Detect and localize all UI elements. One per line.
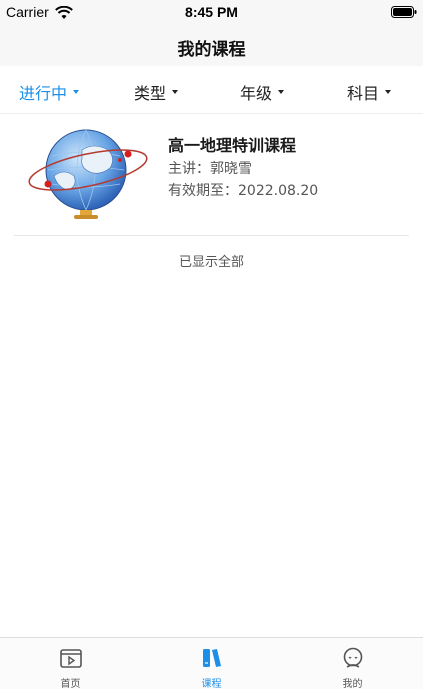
tab-label: 我的 [342,679,363,689]
caret-down-icon [73,90,80,94]
tab-profile[interactable]: 我的 [282,638,423,689]
filter-label: 年级 [240,84,273,103]
filter-grade-dropdown[interactable]: 年级 [240,80,285,104]
filter-label: 进行中 [19,84,68,103]
filter-subject-dropdown[interactable]: 科目 [347,80,392,104]
status-bar: Carrier 8:45 PM [0,0,423,26]
filter-label: 类型 [134,84,167,103]
books-icon [203,649,221,667]
tab-bar: 首页 课程 我的 [0,637,423,689]
caret-down-icon [385,90,392,94]
tab-label: 课程 [201,679,222,689]
globe-icon [28,129,148,219]
filter-bar: 进行中 类型 年级 科目 [0,66,423,114]
tab-courses[interactable]: 课程 [141,638,282,689]
course-list-item[interactable]: 高一地理特训课程 主讲：郭晓雪 有效期至：2022.08.20 [14,122,409,236]
page-title: 我的课程 [177,40,246,60]
list-end-message: 已显示全部 [178,255,244,270]
filter-status-dropdown[interactable]: 进行中 [19,80,80,104]
caret-down-icon [172,90,179,94]
course-teacher: 主讲：郭晓雪 [168,161,252,177]
home-video-icon [60,649,82,668]
battery-icon [391,6,417,18]
tab-home[interactable]: 首页 [0,638,141,689]
profile-icon [343,647,363,668]
filter-type-dropdown[interactable]: 类型 [134,80,179,104]
course-expiry: 有效期至：2022.08.20 [168,183,319,199]
navigation-bar: 我的课程 [0,26,423,66]
course-title: 高一地理特训课程 [168,136,297,155]
clock: 8:45 PM [185,4,238,20]
tab-label: 首页 [60,679,81,689]
filter-label: 科目 [347,84,380,103]
caret-down-icon [278,90,285,94]
